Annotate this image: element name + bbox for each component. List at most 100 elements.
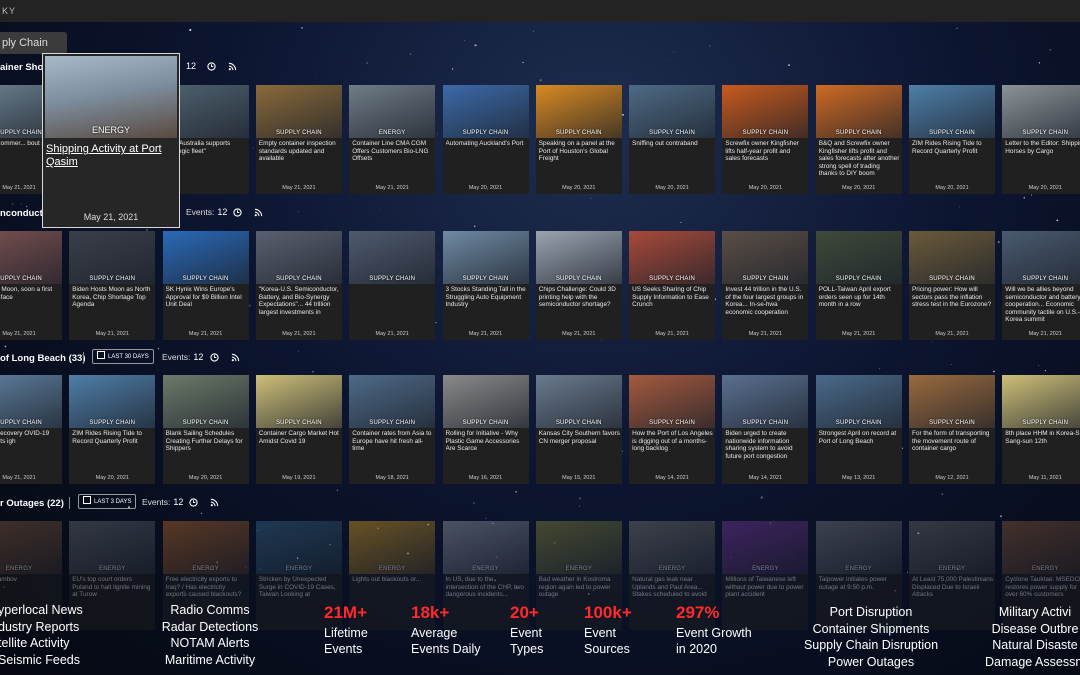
event-title[interactable]: Blank Sailing Schedules Creating Further… bbox=[166, 430, 247, 468]
event-title[interactable]: Container rates from Asia to Europe have… bbox=[352, 430, 433, 468]
event-card[interactable]: SUPPLY CHAIN Sniffing out contraband May 2… bbox=[629, 85, 716, 194]
event-title[interactable]: Will we be allies beyond semiconductor a… bbox=[1005, 286, 1080, 324]
clock-icon[interactable] bbox=[233, 208, 242, 217]
event-title[interactable]: Letter to the Editor: Shipping Horses by… bbox=[1005, 140, 1080, 178]
event-card[interactable]: SUPPLY CHAIN How the Port of Los Angeles … bbox=[629, 375, 716, 484]
section-title[interactable]: of Long Beach (33) bbox=[0, 353, 86, 364]
event-title[interactable] bbox=[352, 286, 433, 324]
event-card[interactable]: SUPPLY CHAIN Speaking on a panel at the P… bbox=[535, 85, 622, 194]
event-title[interactable]: 3 Stocks Standing Tall in the Struggling… bbox=[446, 286, 527, 324]
event-card[interactable]: SUPPLY CHAIN "Korea-U.S. Semiconductor, B… bbox=[255, 231, 342, 340]
event-card[interactable]: SUPPLY CHAIN 8th place HHM in Korea-SM Sa… bbox=[1002, 375, 1080, 484]
event-title[interactable]: ZIM Rides Rising Tide to Record Quarterl… bbox=[912, 140, 993, 178]
event-card[interactable]: SUPPLY CHAIN Automating Auckland's Port Ma… bbox=[442, 85, 529, 194]
event-title[interactable]: Rolling for Initiative - Why Plastic Gam… bbox=[446, 430, 527, 468]
event-title[interactable]: For the form of transporting the movemen… bbox=[912, 430, 993, 468]
event-card[interactable]: SUPPLY CHAIN Empty container inspection s… bbox=[255, 85, 342, 194]
event-title[interactable]: "Korea-U.S. Semiconductor, Battery, and … bbox=[259, 286, 340, 324]
hovered-event-card[interactable]: ENERGY Shipping Activity at Port Qasim M… bbox=[42, 53, 180, 228]
event-title[interactable]: B&Q and Screwfix owner Kingfisher lifts … bbox=[819, 140, 900, 178]
clock-icon[interactable] bbox=[189, 498, 198, 507]
rss-icon[interactable] bbox=[231, 353, 240, 362]
event-title[interactable]: 8th place HHM in Korea-SM Sang-sun 12th bbox=[1005, 430, 1080, 468]
event-title[interactable]: US Seeks Sharing of Chip Supply Informat… bbox=[632, 286, 713, 324]
feature-item: Natural Disaste bbox=[992, 638, 1078, 652]
event-title[interactable]: POLL-Taiwan April export orders seen up … bbox=[819, 286, 900, 324]
event-card[interactable]: SUPPLY CHAIN ZIM Rides Rising Tide to Rec… bbox=[69, 375, 156, 484]
event-title[interactable]: Screwfix owner Kingfisher lifts half-yea… bbox=[725, 140, 806, 178]
event-date: May 21, 2021 bbox=[282, 185, 316, 191]
event-date: May 12, 2021 bbox=[935, 475, 969, 481]
event-date: May 20, 2021 bbox=[655, 185, 689, 191]
calendar-icon bbox=[97, 351, 105, 359]
event-card[interactable]: SUPPLY CHAIN Biden Hosts Moon as North Ko… bbox=[69, 231, 156, 340]
event-card[interactable]: SUPPLY CHAIN B&Q and Screwfix owner Kingf… bbox=[815, 85, 902, 194]
rss-icon[interactable] bbox=[210, 498, 219, 507]
event-card[interactable]: SUPPLY CHAIN Pricing power: How will sect… bbox=[909, 231, 995, 340]
stat-label: Types bbox=[510, 642, 544, 656]
clock-icon[interactable] bbox=[207, 62, 216, 71]
event-title[interactable]: How the Port of Los Angeles is digging o… bbox=[632, 430, 713, 468]
event-card[interactable]: SUPPLY CHAIN Strongest April on record at… bbox=[815, 375, 902, 484]
event-category: SUPPLY CHAIN bbox=[649, 420, 696, 426]
event-date: May 19, 2021 bbox=[282, 475, 316, 481]
tab-supply-chain[interactable]: ply Chain bbox=[0, 32, 67, 54]
event-title[interactable]: Empty container inspection standards upd… bbox=[259, 140, 340, 178]
event-card[interactable]: SUPPLY CHAIN For the form of transporting… bbox=[909, 375, 995, 484]
event-title[interactable]: Container Cargo Market Hot Amidst Covid … bbox=[259, 430, 340, 468]
event-date: May 20, 2021 bbox=[468, 185, 503, 191]
date-range-button[interactable]: LAST 30 DAYS bbox=[92, 349, 154, 364]
section-header: of Long Beach (33) LAST 30 DAYS Events: 1… bbox=[0, 348, 1080, 370]
event-card[interactable]: SUPPLY CHAIN May 21, 2021 bbox=[349, 231, 436, 340]
event-date: May 11, 2021 bbox=[1028, 475, 1062, 481]
event-card[interactable]: SUPPLY CHAIN Biden urged to create nation… bbox=[722, 375, 809, 484]
event-card[interactable]: SUPPLY CHAIN Kansas City Southern favors … bbox=[535, 375, 622, 484]
event-card[interactable]: SUPPLY CHAIN Letter to the Editor: Shippi… bbox=[1002, 85, 1080, 194]
section-title[interactable]: r Outages (22) bbox=[0, 498, 64, 509]
event-card[interactable]: SUPPLY CHAIN ational] Moon, soon a first … bbox=[0, 231, 62, 340]
rss-icon[interactable] bbox=[228, 62, 237, 71]
event-card[interactable]: SUPPLY CHAIN Will we be allies beyond sem… bbox=[1002, 231, 1080, 340]
event-card[interactable]: SUPPLY CHAIN ZIM Rides Rising Tide to Rec… bbox=[909, 85, 995, 194]
event-title[interactable]: ZIM Rides Rising Tide to Record Quarterl… bbox=[72, 430, 153, 468]
event-category: ENERGY bbox=[658, 566, 686, 572]
section-header: r Outages (22) LAST 3 DAYS Events: 12 bbox=[0, 493, 1080, 515]
event-category: SUPPLY CHAIN bbox=[555, 130, 602, 136]
event-title[interactable]: SK Hynix Wins Europe's Approval for $9 B… bbox=[166, 286, 247, 324]
event-title[interactable]: Biden urged to create nationwide informa… bbox=[725, 430, 806, 468]
feature-item: NOTAM Alerts bbox=[170, 636, 250, 650]
event-title[interactable]: rade's recovery OVID-19 crisis hits igh bbox=[0, 430, 60, 468]
date-range-button[interactable]: LAST 3 DAYS bbox=[78, 494, 137, 509]
event-card[interactable]: SUPPLY CHAIN SK Hynix Wins Europe's Appro… bbox=[162, 231, 249, 340]
event-title[interactable]: ational] Moon, soon a first face-to-face bbox=[0, 286, 60, 324]
stat-label: Events bbox=[324, 642, 363, 656]
event-title[interactable]: Sniffing out contraband bbox=[632, 140, 713, 178]
event-category: ENERGY bbox=[752, 566, 779, 572]
event-title[interactable]: Strongest April on record at Port of Lon… bbox=[819, 430, 900, 468]
event-card[interactable]: SUPPLY CHAIN 3 Stocks Standing Tall in th… bbox=[442, 231, 529, 340]
rss-icon[interactable] bbox=[254, 208, 263, 217]
event-card[interactable]: SUPPLY CHAIN Invest 44 trillion in the U.… bbox=[722, 231, 809, 340]
event-title[interactable]: Pricing power: How will sectors pass the… bbox=[912, 286, 993, 324]
event-title-link[interactable]: Shipping Activity at Port Qasim bbox=[46, 143, 176, 169]
event-title[interactable]: Invest 44 trillion in the U.S. of the fo… bbox=[725, 286, 806, 324]
event-card[interactable]: ENERGY Container Line CMA CGM Offers Cust… bbox=[349, 85, 436, 194]
event-card[interactable]: SUPPLY CHAIN rade's recovery OVID-19 cris… bbox=[0, 375, 62, 484]
event-title[interactable]: Speaking on a panel at the Port of Houst… bbox=[539, 140, 620, 178]
event-title[interactable]: Container Line CMA CGM Offers Customers … bbox=[352, 140, 433, 178]
event-title[interactable]: Biden Hosts Moon as North Korea, Chip Sh… bbox=[72, 286, 153, 324]
event-date: May 20, 2021 bbox=[842, 185, 876, 191]
event-card[interactable]: SUPPLY CHAIN POLL-Taiwan April export ord… bbox=[815, 231, 902, 340]
event-card[interactable]: SUPPLY CHAIN Container rates from Asia to… bbox=[349, 375, 436, 484]
clock-icon[interactable] bbox=[210, 353, 219, 362]
stat-lifetime-events: 21M+ Lifetime Events bbox=[324, 603, 368, 657]
event-card[interactable]: SUPPLY CHAIN Rolling for Initiative - Why… bbox=[442, 375, 529, 484]
event-card[interactable]: SUPPLY CHAIN US Seeks Sharing of Chip Sup… bbox=[629, 231, 716, 340]
event-card[interactable]: SUPPLY CHAIN Screwfix owner Kingfisher li… bbox=[722, 85, 809, 194]
event-card[interactable]: SUPPLY CHAIN Chips Challenge: Could 3D pr… bbox=[535, 231, 622, 340]
event-title[interactable]: Automating Auckland's Port bbox=[446, 140, 527, 178]
event-title[interactable]: Kansas City Southern favors CN merger pr… bbox=[539, 430, 620, 468]
event-card[interactable]: SUPPLY CHAIN Blank Sailing Schedules Crea… bbox=[162, 375, 249, 484]
event-card[interactable]: SUPPLY CHAIN Container Cargo Market Hot A… bbox=[255, 375, 342, 484]
event-title[interactable]: Chips Challenge: Could 3D printing help … bbox=[539, 286, 620, 324]
